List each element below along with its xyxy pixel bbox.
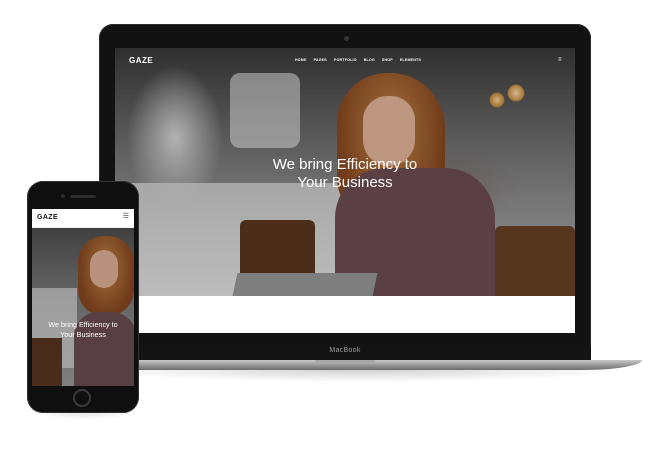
phone-shadow (30, 410, 140, 420)
phone-site-logo[interactable]: GAZE (37, 214, 58, 221)
home-button[interactable] (73, 389, 91, 407)
nav-item-home[interactable]: HOME (295, 58, 307, 62)
phone-camera (61, 194, 65, 198)
laptop-shadow (90, 370, 630, 382)
hero-title-line2: Your Business (297, 174, 393, 191)
nav-item-blog[interactable]: BLOG (364, 58, 375, 62)
nav-item-elements[interactable]: ELEMENTS (400, 58, 421, 62)
nav-item-portfolio[interactable]: PORTFOLIO (334, 58, 357, 62)
laptop-screen: GAZE HOME PAGES PORTFOLIO BLOG SHOP ELEM… (115, 48, 575, 333)
hero-title-line1: We bring Efficiency to (272, 156, 418, 173)
grid-menu-icon[interactable]: ≡ (558, 57, 563, 63)
hero-overlay (32, 228, 134, 386)
phone-speaker (70, 195, 96, 198)
phone-header: GAZE ☰ (32, 209, 134, 228)
nav-item-shop[interactable]: SHOP (382, 58, 393, 62)
laptop-notch (315, 360, 375, 364)
macbook-label: MacBook (329, 347, 361, 354)
phone-hero-title-line2: Your Business (60, 330, 106, 339)
phone-hero-title: We bring Efficiency to Your Business (32, 320, 134, 340)
hero-title: We bring Efficiency to Your Business (115, 156, 575, 192)
site-navbar: GAZE HOME PAGES PORTFOLIO BLOG SHOP ELEM… (115, 48, 575, 74)
nav-item-pages[interactable]: PAGES (314, 58, 327, 62)
site-logo[interactable]: GAZE (129, 56, 153, 65)
phone-hero-title-line1: We bring Efficiency to (48, 320, 118, 329)
content-section (115, 296, 575, 333)
laptop-camera (344, 36, 349, 41)
site-menu: HOME PAGES PORTFOLIO BLOG SHOP ELEMENTS (295, 58, 421, 62)
phone-screen: GAZE ☰ We bring Efficiency to Your Busin… (32, 209, 134, 386)
phone-hero-image: We bring Efficiency to Your Business (32, 228, 134, 386)
hamburger-menu-icon[interactable]: ☰ (123, 213, 129, 221)
